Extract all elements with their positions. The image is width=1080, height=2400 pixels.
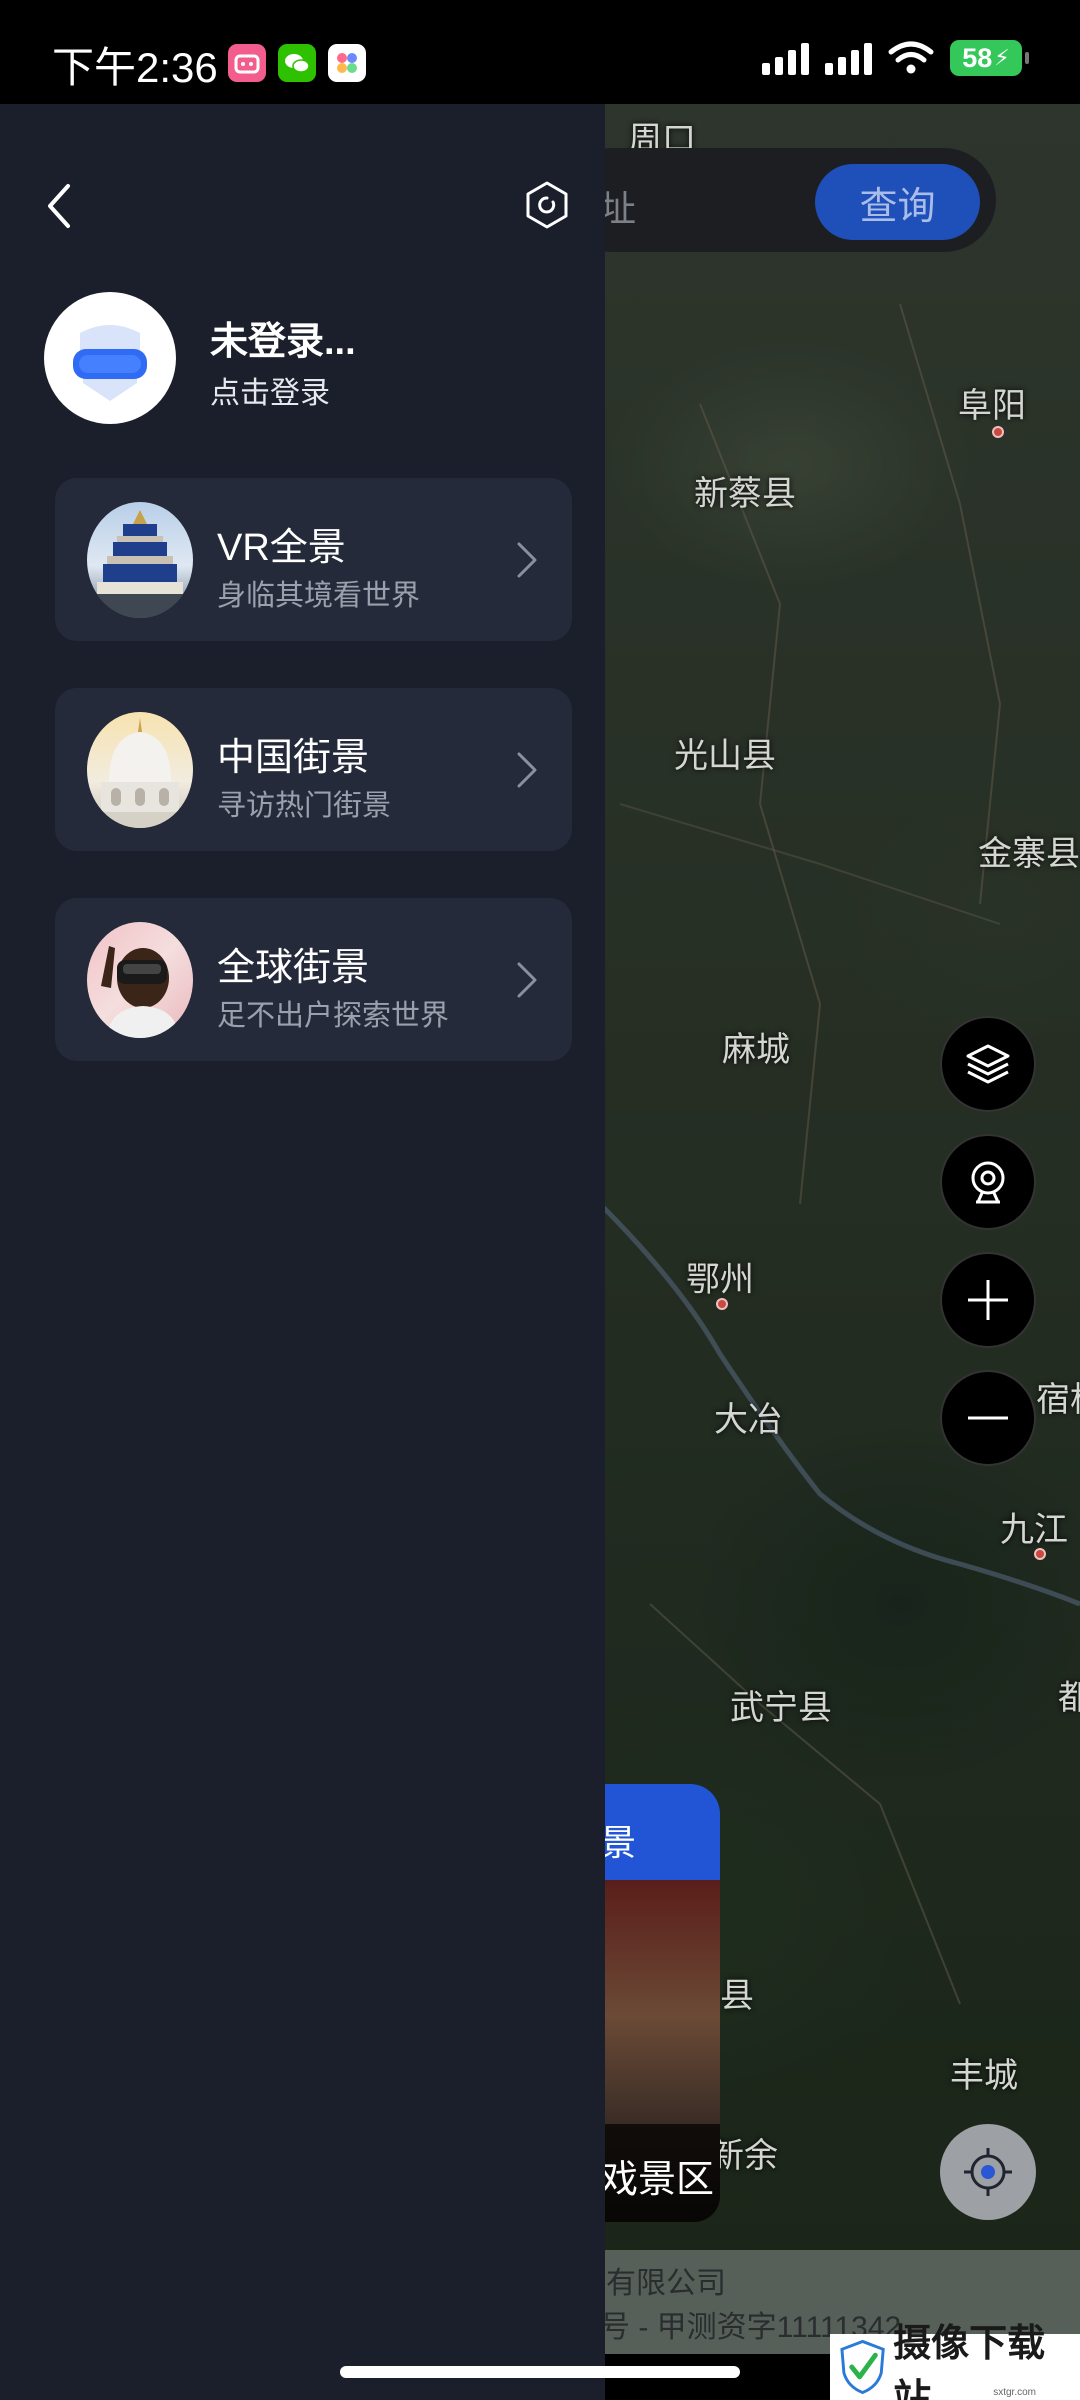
login-link[interactable]: 点击登录 xyxy=(210,368,330,412)
street-view-button[interactable] xyxy=(940,1134,1036,1230)
menu-item-vr-panorama[interactable]: VR全景 身临其境看世界 xyxy=(55,478,572,641)
copyright-line-1: 有限公司 xyxy=(606,2267,726,2300)
map-label: 大冶 xyxy=(714,1401,782,1439)
battery-level: 58 xyxy=(962,42,993,73)
status-bar: 下午2:36 58 ⚡ xyxy=(0,0,1080,104)
chevron-right-icon xyxy=(517,962,537,998)
shield-logo-icon xyxy=(840,2339,885,2395)
signal-icon-2 xyxy=(825,41,872,75)
temple-of-heaven-thumbnail xyxy=(87,502,193,618)
query-button[interactable]: 查询 xyxy=(815,164,980,240)
map-label: 阜阳 xyxy=(958,387,1026,425)
app-icon xyxy=(328,44,366,82)
minus-icon xyxy=(968,1416,1008,1420)
home-indicator[interactable] xyxy=(340,2366,740,2378)
zoom-out-button[interactable] xyxy=(940,1370,1036,1466)
menu-subtitle: 寻访热门街景 xyxy=(217,790,392,822)
vr-headset-icon xyxy=(73,325,147,401)
watermark: 摄像下载站 sxtgr.com xyxy=(830,2323,1080,2400)
plus-icon xyxy=(968,1280,1008,1320)
chevron-right-icon xyxy=(517,752,537,788)
menu-subtitle: 足不出户探索世界 xyxy=(217,1000,450,1032)
vr-person-thumbnail xyxy=(87,922,193,1038)
map-label: 新余 xyxy=(710,2137,778,2175)
map-label: 新蔡县 xyxy=(694,475,796,513)
crosshair-icon xyxy=(964,2148,1012,2196)
scenic-caption-text: 戏景区 xyxy=(600,2159,715,2201)
map-label: 鄂州 xyxy=(686,1261,754,1299)
layers-button[interactable] xyxy=(940,1016,1036,1112)
menu-title: VR全景 xyxy=(217,527,346,569)
back-button[interactable] xyxy=(40,176,80,236)
chevron-right-icon xyxy=(517,542,537,578)
charging-icon: ⚡ xyxy=(994,45,1010,70)
city-marker xyxy=(716,1298,728,1310)
map-label: 麻城 xyxy=(722,1031,790,1069)
scenic-tab[interactable]: 景 xyxy=(590,1784,720,1894)
menu-subtitle: 身临其境看世界 xyxy=(217,580,421,612)
map-label: 金寨县 xyxy=(978,835,1080,873)
battery-indicator: 58 ⚡ xyxy=(950,40,1029,76)
map-label: 九江 xyxy=(1000,1511,1068,1549)
map-label: 光山县 xyxy=(674,737,776,775)
side-drawer: 未登录... 点击登录 VR全景 身临其境看世界 中国街景 寻访热门街景 全球街… xyxy=(0,104,605,2400)
map-label: 县 xyxy=(720,1977,754,2015)
map-label: 武宁县 xyxy=(730,1689,832,1727)
bilibili-icon xyxy=(228,44,266,82)
scenic-card-caption: 戏景区 xyxy=(590,2124,720,2222)
scenic-tab-label: 景 xyxy=(600,1822,637,1863)
chevron-left-icon xyxy=(48,184,70,228)
zoom-in-button[interactable] xyxy=(940,1252,1036,1348)
watermark-text: 摄像下载站 xyxy=(893,2323,1046,2400)
map-label: 都昌 xyxy=(1058,1679,1080,1717)
menu-item-global-street-view[interactable]: 全球街景 足不出户探索世界 xyxy=(55,898,572,1061)
search-input[interactable]: 址 xyxy=(600,180,636,232)
city-marker xyxy=(1034,1548,1046,1560)
city-marker xyxy=(992,426,1004,438)
signal-icon xyxy=(762,41,809,75)
layers-icon xyxy=(966,1044,1010,1084)
user-name[interactable]: 未登录... xyxy=(210,310,356,365)
wechat-icon xyxy=(278,44,316,82)
menu-title: 中国街景 xyxy=(217,737,370,779)
camera-icon xyxy=(971,1161,1005,1204)
settings-icon xyxy=(526,181,568,229)
menu-item-china-street-view[interactable]: 中国街景 寻访热门街景 xyxy=(55,688,572,851)
status-time: 下午2:36 xyxy=(52,44,218,91)
map-label: 丰城 xyxy=(950,2057,1018,2095)
map-label: 宿松 xyxy=(1036,1381,1080,1419)
settings-button[interactable] xyxy=(520,178,574,232)
mosque-thumbnail xyxy=(87,712,193,828)
wifi-icon xyxy=(888,41,934,74)
locate-button[interactable] xyxy=(940,2124,1036,2220)
watermark-url: sxtgr.com xyxy=(993,2387,1036,2398)
menu-title: 全球街景 xyxy=(217,947,370,989)
avatar[interactable] xyxy=(44,292,176,424)
status-indicators: 58 ⚡ xyxy=(762,40,1029,76)
